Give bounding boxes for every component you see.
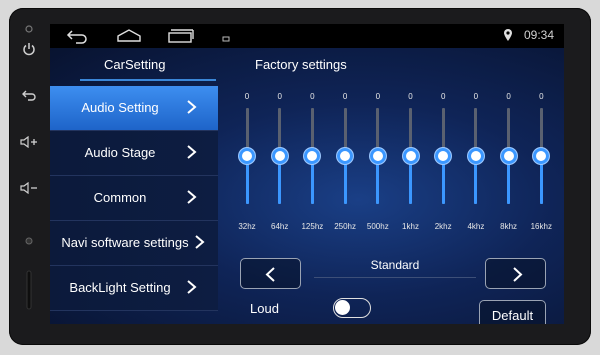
eq-slider-knob[interactable] bbox=[533, 148, 550, 164]
eq-slider-knob[interactable] bbox=[500, 148, 517, 164]
menu-item-navi-software-settings[interactable]: Navi software settings bbox=[50, 221, 218, 266]
eq-band-frequency: 16khz bbox=[530, 222, 552, 231]
eq-band-value: 0 bbox=[440, 92, 446, 101]
eq-band-value: 0 bbox=[244, 92, 250, 101]
clock: 09:34 bbox=[523, 28, 554, 42]
sd-slot bbox=[9, 270, 49, 316]
eq-slider-knob[interactable] bbox=[239, 148, 255, 164]
toggle-thumb bbox=[335, 300, 350, 315]
tab-underline bbox=[80, 79, 216, 81]
eq-slider-knob[interactable] bbox=[304, 148, 321, 164]
equalizer: 0 32hz 0 64hz 0 125hz 0 250hz 0 500hz 0 1khz 0 2khz 0 4… bbox=[220, 86, 564, 246]
settings-panel: CarSetting Factory settings Audio Settin… bbox=[50, 48, 564, 324]
mic-hole-icon bbox=[9, 18, 49, 40]
chevron-right-icon bbox=[187, 100, 197, 114]
volume-down-icon[interactable] bbox=[9, 178, 49, 200]
menu-item-label: Navi software settings bbox=[61, 235, 189, 250]
eq-band-value: 0 bbox=[342, 92, 348, 101]
menu-item-label: Audio Stage bbox=[84, 145, 156, 160]
menu-item-backlight-setting[interactable]: BackLight Setting bbox=[50, 266, 218, 311]
eq-band-value: 0 bbox=[408, 92, 413, 101]
menu-item-label: BackLight Setting bbox=[69, 280, 171, 295]
eq-band-value: 0 bbox=[539, 92, 544, 101]
reset-hole-icon bbox=[9, 230, 49, 252]
chevron-left-icon bbox=[265, 267, 275, 282]
power-icon[interactable] bbox=[9, 40, 49, 62]
eq-band-value: 0 bbox=[277, 92, 282, 101]
eq-band-value: 0 bbox=[506, 92, 511, 101]
eq-slider-knob[interactable] bbox=[337, 148, 354, 164]
prev-preset-button[interactable] bbox=[240, 258, 301, 289]
back-nav-icon[interactable] bbox=[66, 27, 88, 45]
chevron-right-icon bbox=[187, 145, 197, 159]
menu-item-common[interactable]: Common bbox=[50, 176, 218, 221]
home-icon[interactable] bbox=[116, 27, 142, 45]
chevron-right-icon bbox=[513, 267, 523, 282]
status-bar: 09:34 bbox=[50, 24, 564, 48]
eq-slider-knob[interactable] bbox=[402, 148, 419, 164]
menu-item-label: Common bbox=[93, 190, 147, 205]
eq-slider-knob[interactable] bbox=[467, 148, 484, 164]
screen: 09:34 CarSetting Factory settings Audio … bbox=[50, 24, 564, 324]
volume-up-icon[interactable] bbox=[9, 132, 49, 154]
recent-apps-icon[interactable] bbox=[166, 27, 194, 45]
settings-menu: Audio Setting Audio Stage Common Navi so… bbox=[50, 86, 218, 324]
eq-band-value: 0 bbox=[473, 92, 479, 101]
eq-preset-label: Standard bbox=[314, 253, 476, 278]
menu-item-label: Audio Setting bbox=[81, 100, 159, 115]
location-icon bbox=[503, 28, 513, 46]
tab-carsetting[interactable]: CarSetting bbox=[104, 57, 165, 72]
default-button-label: Default bbox=[491, 308, 534, 323]
eq-band-value: 0 bbox=[310, 92, 315, 101]
back-hardkey-icon[interactable] bbox=[9, 85, 49, 107]
eq-slider-knob[interactable] bbox=[369, 148, 386, 164]
next-preset-button[interactable] bbox=[485, 258, 546, 289]
menu-item-audio-setting[interactable]: Audio Setting bbox=[50, 86, 218, 131]
tab-factory-settings[interactable]: Factory settings bbox=[255, 57, 347, 72]
chevron-right-icon bbox=[187, 280, 197, 294]
eq-band-16khz: 0 16khz bbox=[524, 86, 558, 246]
loud-toggle[interactable] bbox=[333, 298, 371, 318]
eq-band-value: 0 bbox=[375, 92, 381, 101]
menu-item-audio-stage[interactable]: Audio Stage bbox=[50, 131, 218, 176]
chevron-right-icon bbox=[195, 235, 205, 249]
default-button[interactable]: Default bbox=[479, 300, 546, 324]
eq-slider-knob[interactable] bbox=[435, 148, 452, 164]
head-unit-frame: 09:34 CarSetting Factory settings Audio … bbox=[9, 8, 591, 345]
loud-label: Loud bbox=[250, 301, 279, 316]
chevron-right-icon bbox=[187, 190, 197, 204]
eq-slider-knob[interactable] bbox=[271, 148, 288, 164]
notification-icon bbox=[222, 30, 230, 48]
